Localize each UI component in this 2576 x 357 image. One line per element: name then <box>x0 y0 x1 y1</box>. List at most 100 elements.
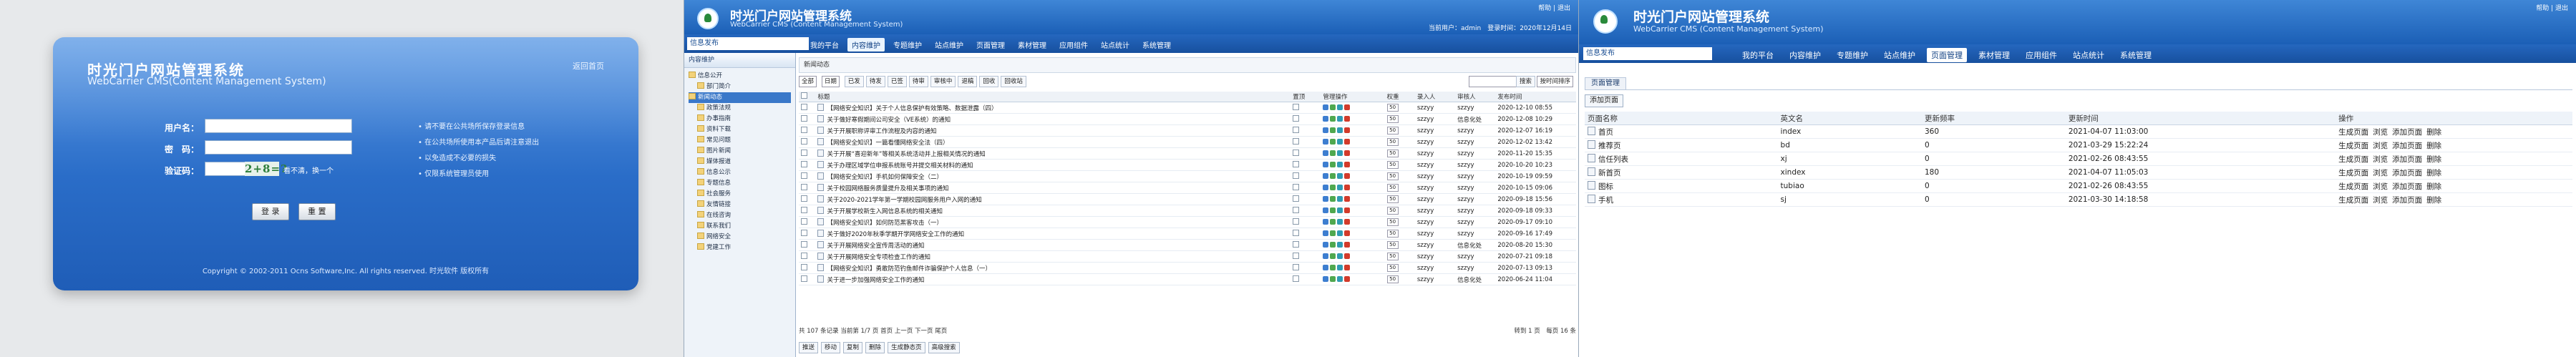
nav-item[interactable]: 素材管理 <box>1014 38 1051 52</box>
publish-icon[interactable] <box>1330 104 1336 110</box>
page-action-link[interactable]: 浏览 <box>2373 142 2388 150</box>
row-checkbox[interactable] <box>801 160 807 167</box>
tree-item[interactable]: 网络安全 <box>689 232 791 243</box>
weight-input[interactable]: 50 <box>1386 241 1399 249</box>
row-checkbox[interactable] <box>801 114 807 122</box>
edit-icon[interactable] <box>1323 184 1329 190</box>
delete-icon[interactable] <box>1344 150 1351 156</box>
nav-item[interactable]: 专题维护 <box>1832 48 1872 62</box>
publish-icon[interactable] <box>1330 150 1336 156</box>
preview-icon[interactable] <box>1337 218 1343 225</box>
weight-input[interactable]: 50 <box>1386 138 1399 146</box>
date-filter-select[interactable]: 日期 <box>821 76 840 87</box>
page-action-link[interactable]: 删除 <box>2426 169 2441 177</box>
row-checkbox[interactable] <box>801 263 807 270</box>
page-action-link[interactable]: 生成页面 <box>2338 196 2368 205</box>
row-title-link[interactable]: 【网络安全知识】关于个人信息保护有效策略、数据泄露（四） <box>827 105 997 112</box>
edit-icon[interactable] <box>1323 264 1329 270</box>
search-input[interactable] <box>1469 76 1519 87</box>
page-action-link[interactable]: 添加页面 <box>2392 155 2422 164</box>
row-title-link[interactable]: 【网络安全知识】一篇看懂网络安全法（四） <box>827 140 948 147</box>
pin-checkbox[interactable] <box>1293 160 1300 167</box>
top-links-2[interactable]: 帮助 | 退出 <box>2536 3 2568 12</box>
row-title-link[interactable]: 关于开展“喜迎新年”等相关系统活动并上报相关情况的通知 <box>827 151 985 158</box>
page-name[interactable]: 首页 <box>1598 128 1613 137</box>
page-action-link[interactable]: 删除 <box>2426 196 2441 205</box>
pin-checkbox[interactable] <box>1293 172 1300 179</box>
preview-icon[interactable] <box>1337 207 1343 213</box>
weight-input[interactable]: 50 <box>1386 104 1399 112</box>
delete-icon[interactable] <box>1344 104 1351 110</box>
filter-button[interactable]: 已签 <box>887 76 907 87</box>
tree-item[interactable]: 政策法规 <box>689 103 791 114</box>
row-title-link[interactable]: 关于开展职称评审工作流程及内容的通知 <box>827 128 936 135</box>
nav-item[interactable]: 系统管理 <box>2116 48 2156 62</box>
pagination-info[interactable]: 共 107 条记录 当前第 1/7 页 首页 上一页 下一页 尾页 <box>799 328 947 335</box>
preview-icon[interactable] <box>1337 264 1343 270</box>
tree-item[interactable]: 信息公开 <box>689 71 791 82</box>
edit-icon[interactable] <box>1323 195 1329 202</box>
row-checkbox[interactable] <box>801 217 807 225</box>
nav-item[interactable]: 站点维护 <box>930 38 968 52</box>
preview-icon[interactable] <box>1337 172 1343 179</box>
row-checkbox[interactable] <box>801 172 807 179</box>
publish-icon[interactable] <box>1330 207 1336 213</box>
publish-icon[interactable] <box>1330 241 1336 248</box>
nav-item[interactable]: 内容维护 <box>1785 48 1825 62</box>
publish-icon[interactable] <box>1330 275 1336 282</box>
delete-icon[interactable] <box>1344 207 1351 213</box>
delete-icon[interactable] <box>1344 138 1351 145</box>
pin-checkbox[interactable] <box>1293 252 1300 259</box>
select-all-checkbox[interactable] <box>801 92 807 99</box>
captcha-refresh-link[interactable]: 看不清，换一个 <box>283 165 334 175</box>
row-checkbox[interactable] <box>801 103 807 110</box>
edit-icon[interactable] <box>1323 150 1329 156</box>
publish-icon[interactable] <box>1330 127 1336 133</box>
row-checkbox[interactable] <box>801 240 807 248</box>
captcha-input[interactable] <box>205 162 246 176</box>
filter-button[interactable]: 退稿 <box>958 76 978 87</box>
nav-item[interactable]: 我的平台 <box>806 38 843 52</box>
publish-icon[interactable] <box>1330 115 1336 122</box>
tree-item[interactable]: 在线咨询 <box>689 210 791 221</box>
pin-checkbox[interactable] <box>1293 114 1300 122</box>
delete-icon[interactable] <box>1344 127 1351 133</box>
page-action-link[interactable]: 删除 <box>2426 128 2441 137</box>
pin-checkbox[interactable] <box>1293 183 1300 190</box>
row-title-link[interactable]: 关于开展学校新生入网信息系统的相关通知 <box>827 208 943 215</box>
publish-icon[interactable] <box>1330 172 1336 179</box>
publish-icon[interactable] <box>1330 161 1336 167</box>
nav-item[interactable]: 素材管理 <box>1974 48 2014 62</box>
page-name[interactable]: 信任列表 <box>1598 155 1628 164</box>
preview-icon[interactable] <box>1337 161 1343 167</box>
row-title-link[interactable]: 关于进一步加强网络安全工作的通知 <box>827 277 924 284</box>
top-links[interactable]: 帮助 | 退出 <box>1538 3 1570 12</box>
weight-input[interactable]: 50 <box>1386 230 1399 238</box>
publish-icon[interactable] <box>1330 218 1336 225</box>
page-name[interactable]: 推荐页 <box>1598 142 1621 150</box>
page-action-link[interactable]: 添加页面 <box>2392 128 2422 137</box>
row-checkbox[interactable] <box>801 229 807 236</box>
pagination-jump[interactable]: 转到 1 页 每页 16 条 <box>1514 326 1576 335</box>
delete-icon[interactable] <box>1344 230 1351 236</box>
page-action-link[interactable]: 添加页面 <box>2392 169 2422 177</box>
sort-select[interactable]: 按时间排序 <box>1537 76 1573 87</box>
row-title-link[interactable]: 【网络安全知识】如何防范黑客攻击（一） <box>827 220 943 227</box>
pin-checkbox[interactable] <box>1293 263 1300 270</box>
page-action-link[interactable]: 删除 <box>2426 155 2441 164</box>
pin-checkbox[interactable] <box>1293 275 1300 282</box>
tree-item[interactable]: 图片新闻 <box>689 146 791 157</box>
filter-button[interactable]: 回收 <box>979 76 999 87</box>
pin-checkbox[interactable] <box>1293 229 1300 236</box>
page-action-link[interactable]: 浏览 <box>2373 128 2388 137</box>
edit-icon[interactable] <box>1323 253 1329 259</box>
weight-input[interactable]: 50 <box>1386 264 1399 272</box>
weight-input[interactable]: 50 <box>1386 275 1399 283</box>
preview-icon[interactable] <box>1337 104 1343 110</box>
page-action-link[interactable]: 生成页面 <box>2338 155 2368 164</box>
add-page-button[interactable]: 添加页面 <box>1585 94 1623 107</box>
tree-item[interactable]: 常见问题 <box>689 135 791 146</box>
pin-checkbox[interactable] <box>1293 217 1300 225</box>
edit-icon[interactable] <box>1323 241 1329 248</box>
delete-icon[interactable] <box>1344 241 1351 248</box>
